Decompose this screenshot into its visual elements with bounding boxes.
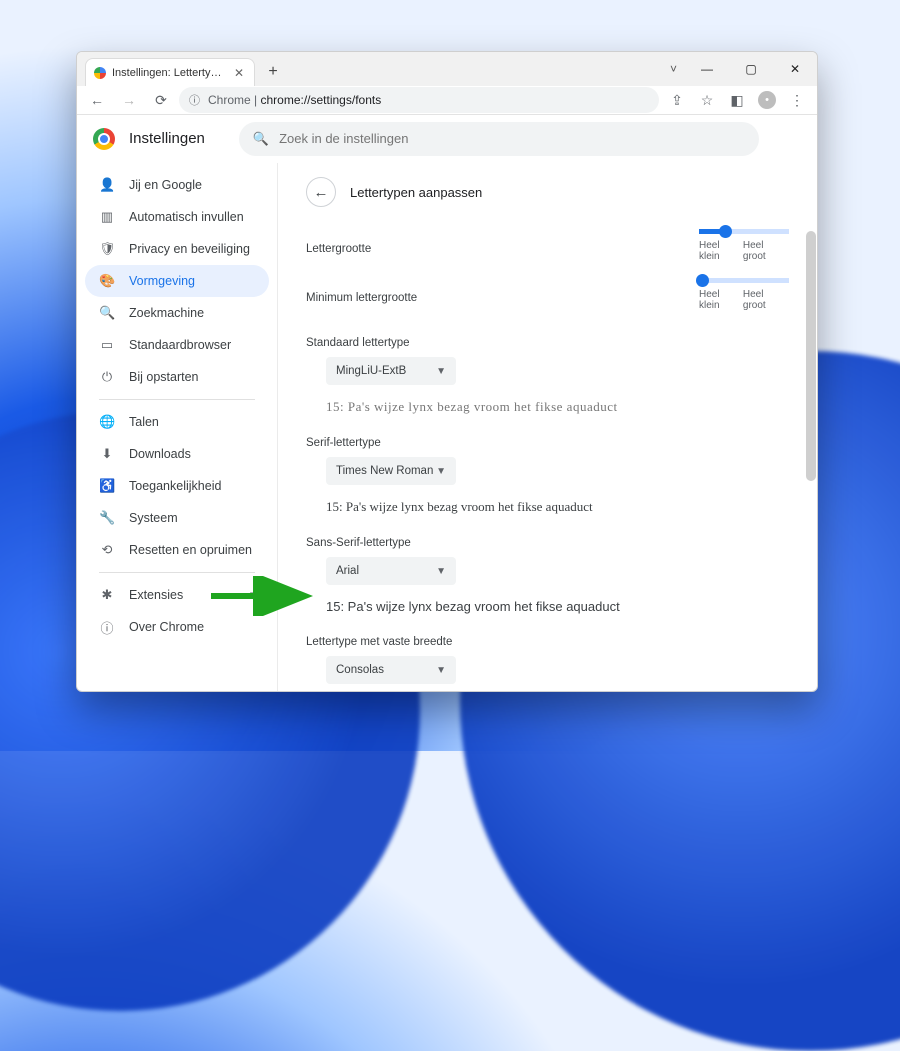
settings-search-input[interactable] (279, 131, 745, 146)
window-controls: ˅ — ▢ ✕ (662, 52, 817, 86)
sidebar-item-label: Resetten en opruimen (129, 543, 252, 557)
sidebar-icon: ⬇ (99, 446, 115, 462)
browser-toolbar: ← → ⟳ ⓘ Chrome | chrome://settings/fonts… (77, 86, 817, 115)
page-back-button[interactable]: ← (306, 177, 336, 207)
sidebar-icon: ⏻ (99, 369, 115, 385)
sidebar-item-toegankelijkheid[interactable]: ♿ Toegankelijkheid (85, 470, 269, 502)
serif-font-label: Serif-lettertype (306, 437, 789, 449)
sans-font-dropdown[interactable]: Arial▼ (326, 557, 456, 585)
sidebar-item-label: Over Chrome (129, 620, 204, 634)
nav-forward-button[interactable]: → (115, 86, 143, 114)
chevron-down-icon: ▼ (436, 466, 446, 477)
share-icon[interactable]: ⇪ (663, 86, 691, 114)
chrome-logo-icon (93, 128, 115, 150)
menu-icon[interactable]: ⋮ (783, 86, 811, 114)
standard-font-dropdown[interactable]: MingLiU-ExtB▼ (326, 357, 456, 385)
sidebar-item-label: Systeem (129, 511, 178, 525)
profile-button[interactable]: • (753, 86, 781, 114)
omnibox-text: Chrome | chrome://settings/fonts (208, 93, 381, 107)
tab-title: Instellingen: Lettertypen aanpas… (112, 67, 226, 79)
sidebar-icon: 🌐 (99, 414, 115, 430)
sidebar-divider (99, 572, 255, 573)
sidebar-item-bij-opstarten[interactable]: ⏻ Bij opstarten (85, 361, 269, 393)
site-info-icon[interactable]: ⓘ (189, 92, 200, 108)
bookmark-icon[interactable]: ☆ (693, 86, 721, 114)
sidebar-icon: ♿ (99, 478, 115, 494)
search-icon: 🔍 (253, 131, 269, 147)
tab-overflow-icon[interactable]: ˅ (662, 62, 685, 76)
sidebar-item-automatisch-invullen[interactable]: ▥ Automatisch invullen (85, 201, 269, 233)
sidebar-item-label: Privacy en beveiliging (129, 242, 250, 256)
standard-font-sample: 15: Pa's wijze lynx bezag vroom het fiks… (326, 399, 789, 415)
settings-header: Instellingen 🔍 (77, 115, 817, 163)
sidebar-item-label: Toegankelijkheid (129, 479, 221, 493)
page-title: Lettertypen aanpassen (350, 185, 482, 200)
font-size-label: Lettergrootte (306, 243, 371, 255)
mono-font-dropdown[interactable]: Consolas▼ (326, 656, 456, 684)
sidebar-item-vormgeving[interactable]: 🎨 Vormgeving (85, 265, 269, 297)
settings-search[interactable]: 🔍 (239, 122, 759, 156)
nav-back-button[interactable]: ← (83, 86, 111, 114)
sans-font-sample: 15: Pa's wijze lynx bezag vroom het fiks… (326, 599, 789, 614)
window-titlebar: Instellingen: Lettertypen aanpas… ✕ + ˅ … (77, 52, 817, 86)
sidebar-item-label: Jij en Google (129, 178, 202, 192)
serif-font-dropdown[interactable]: Times New Roman▼ (326, 457, 456, 485)
window-close-button[interactable]: ✕ (773, 52, 817, 86)
sidebar-icon: ▥ (99, 209, 115, 225)
sidebar-icon: 🛡 (99, 241, 115, 257)
sidebar-item-jij-en-google[interactable]: 👤 Jij en Google (85, 169, 269, 201)
sidebar-item-talen[interactable]: 🌐 Talen (85, 406, 269, 438)
avatar: • (758, 91, 776, 109)
tab-close-icon[interactable]: ✕ (232, 66, 246, 80)
sidebar-item-privacy-en-beveiliging[interactable]: 🛡 Privacy en beveiliging (85, 233, 269, 265)
window-minimize-button[interactable]: — (685, 52, 729, 86)
sidebar-item-systeem[interactable]: 🔧 Systeem (85, 502, 269, 534)
sidebar-icon: ✱ (99, 587, 115, 603)
chevron-down-icon: ▼ (436, 665, 446, 676)
font-size-slider[interactable] (699, 229, 789, 234)
sidebar-item-label: Talen (129, 415, 159, 429)
sidebar-icon: 👤 (99, 177, 115, 193)
chevron-down-icon: ▼ (436, 366, 446, 377)
min-font-size-slider[interactable] (699, 278, 789, 283)
annotation-arrow (206, 576, 316, 616)
new-tab-button[interactable]: + (261, 60, 285, 84)
sidebar-divider (99, 399, 255, 400)
sidebar-item-downloads[interactable]: ⬇ Downloads (85, 438, 269, 470)
nav-reload-button[interactable]: ⟳ (147, 86, 175, 114)
sidebar-item-label: Vormgeving (129, 274, 195, 288)
window-maximize-button[interactable]: ▢ (729, 52, 773, 86)
sidebar-icon: ⓘ (99, 618, 115, 637)
content-scrollbar[interactable] (806, 231, 816, 481)
sidebar-item-label: Extensies (129, 588, 183, 602)
sidebar-icon: 🔧 (99, 510, 115, 526)
settings-main: ← Lettertypen aanpassen Lettergrootte He… (277, 163, 817, 692)
sidebar-icon: ▭ (99, 337, 115, 353)
min-font-size-label: Minimum lettergrootte (306, 292, 417, 304)
sidebar-item-label: Automatisch invullen (129, 210, 244, 224)
tab-favicon (94, 67, 106, 79)
sidebar-icon: ⟲ (99, 542, 115, 558)
sidebar-icon: 🔍 (99, 305, 115, 321)
browser-tab[interactable]: Instellingen: Lettertypen aanpas… ✕ (85, 58, 255, 86)
sidebar-item-standaardbrowser[interactable]: ▭ Standaardbrowser (85, 329, 269, 361)
sidebar-item-label: Zoekmachine (129, 306, 204, 320)
browser-window: Instellingen: Lettertypen aanpas… ✕ + ˅ … (76, 51, 818, 692)
sidebar-item-label: Downloads (129, 447, 191, 461)
serif-font-sample: 15: Pa's wijze lynx bezag vroom het fiks… (326, 499, 789, 515)
extensions-icon[interactable]: ◧ (723, 86, 751, 114)
sidebar-item-zoekmachine[interactable]: 🔍 Zoekmachine (85, 297, 269, 329)
sidebar-icon: 🎨 (99, 273, 115, 289)
standard-font-label: Standaard lettertype (306, 337, 789, 349)
sidebar-item-resetten-en-opruimen[interactable]: ⟲ Resetten en opruimen (85, 534, 269, 566)
sans-font-label: Sans-Serif-lettertype (306, 537, 789, 549)
omnibox[interactable]: ⓘ Chrome | chrome://settings/fonts (179, 87, 659, 113)
sidebar-item-label: Standaardbrowser (129, 338, 231, 352)
settings-title: Instellingen (129, 130, 205, 147)
sidebar-item-label: Bij opstarten (129, 370, 198, 384)
chevron-down-icon: ▼ (436, 566, 446, 577)
mono-font-label: Lettertype met vaste breedte (306, 636, 789, 648)
